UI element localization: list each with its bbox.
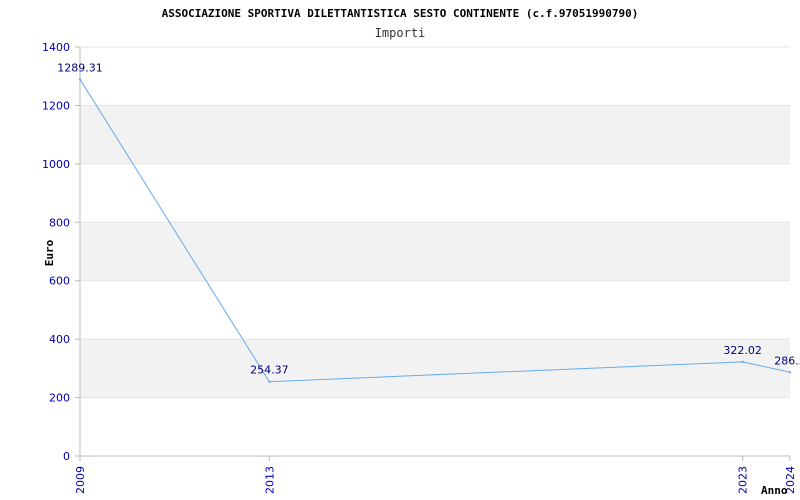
data-label: 254.37	[250, 364, 289, 377]
x-tick-label: 2023	[737, 466, 750, 494]
y-tick-label: 1000	[42, 158, 70, 171]
chart-grid-bands	[80, 105, 790, 398]
x-axis-ticks: 2009 2013 2023 2024	[74, 456, 797, 494]
y-axis-label: Euro	[43, 239, 56, 266]
y-tick-label: 200	[49, 392, 70, 405]
data-label: 1289.31	[57, 61, 103, 74]
x-axis-label: Anno	[761, 484, 788, 497]
data-point	[788, 371, 792, 374]
data-point	[268, 380, 271, 383]
grid-band	[80, 222, 790, 281]
y-tick-label: 1400	[42, 41, 70, 54]
data-label: 322.02	[723, 344, 762, 357]
y-tick-label: 400	[49, 333, 70, 346]
chart: 0200400600800100012001400 2009 2013 2023 20…	[42, 7, 800, 497]
y-tick-label: 600	[49, 275, 70, 288]
grid-band	[80, 339, 790, 398]
data-point	[741, 360, 744, 364]
y-tick-label: 800	[49, 216, 70, 229]
y-tick-label: 1200	[42, 99, 70, 112]
grid-band	[80, 105, 790, 164]
x-tick-label: 2009	[74, 466, 87, 494]
x-tick-label: 2013	[263, 466, 276, 494]
chart-subtitle: Importi	[375, 26, 426, 40]
y-tick-label: 0	[63, 450, 70, 463]
chart-title: ASSOCIAZIONE SPORTIVA DILETTANTISTICA SE…	[162, 7, 639, 20]
data-point	[78, 78, 82, 81]
data-label: 286.5	[774, 354, 800, 367]
